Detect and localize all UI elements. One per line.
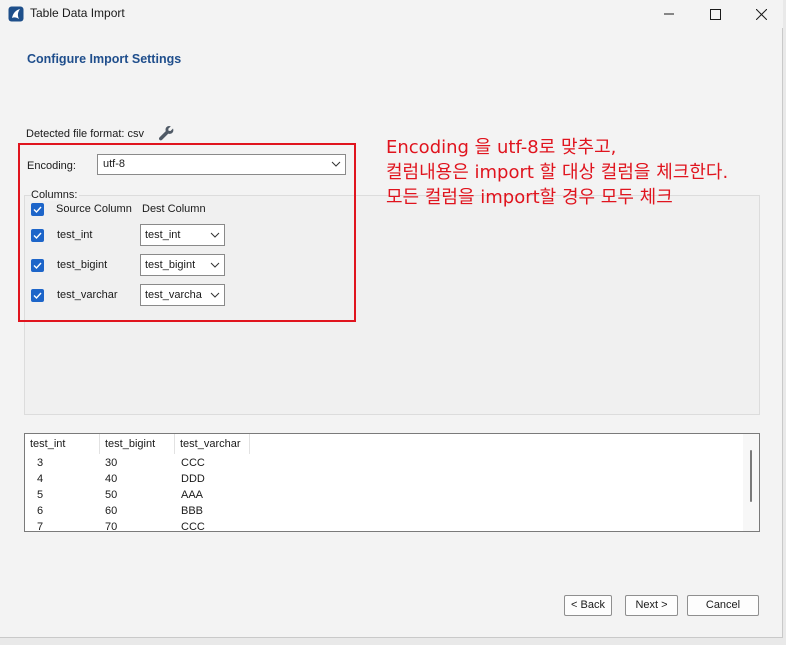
highlight-box [18,143,356,322]
back-button[interactable]: < Back [564,595,612,616]
minimize-button[interactable] [646,0,692,28]
workbench-dolphin-icon [8,6,24,22]
table-cell: 40 [105,473,118,485]
next-button[interactable]: Next > [625,595,678,616]
close-button[interactable] [738,0,784,28]
table-cell: 6 [37,505,44,517]
table-cell: CCC [181,457,205,469]
annotation-text: Encoding 을 utf-8로 맞추고, 컬럼내용은 import 할 대상… [386,135,728,210]
data-preview-table[interactable]: test_int test_bigint test_varchar 3 30 C… [24,433,760,532]
minimize-icon [664,13,674,15]
table-cell: 60 [105,505,118,517]
table-cell: 5 [37,489,44,501]
page-title: Configure Import Settings [27,52,182,66]
table-cell: DDD [181,473,205,485]
window-title: Table Data Import [30,6,125,20]
wrench-icon[interactable] [158,125,175,142]
table-cell: 70 [105,521,118,532]
title-bar: Table Data Import [0,0,783,28]
preview-column-header[interactable]: test_int [25,434,100,454]
preview-column-header[interactable]: test_varchar [175,434,250,454]
preview-column-header[interactable]: test_bigint [100,434,175,454]
vertical-scrollbar[interactable] [743,434,759,531]
annotation-line: 모든 컬럼을 import할 경우 모두 체크 [386,187,673,208]
maximize-icon [709,8,721,20]
table-cell: 50 [105,489,118,501]
table-cell: 7 [37,521,44,532]
annotation-line: 컬럼내용은 import 할 대상 컬럼을 체크한다. [386,162,729,183]
table-cell: BBB [181,505,204,517]
annotation-line: Encoding 을 utf-8로 맞추고, [386,137,617,158]
maximize-button[interactable] [692,0,738,28]
table-cell: 3 [37,457,44,469]
close-icon [755,8,767,20]
cancel-button[interactable]: Cancel [687,595,759,616]
table-cell: CCC [181,521,205,532]
import-window: Table Data Import Configure Import Setti… [0,0,783,638]
detected-format-label: Detected file format: csv [26,128,144,140]
table-cell: 4 [37,473,44,485]
table-cell: AAA [181,489,204,501]
table-cell: 30 [105,457,118,469]
scrollbar-thumb[interactable] [750,450,752,502]
